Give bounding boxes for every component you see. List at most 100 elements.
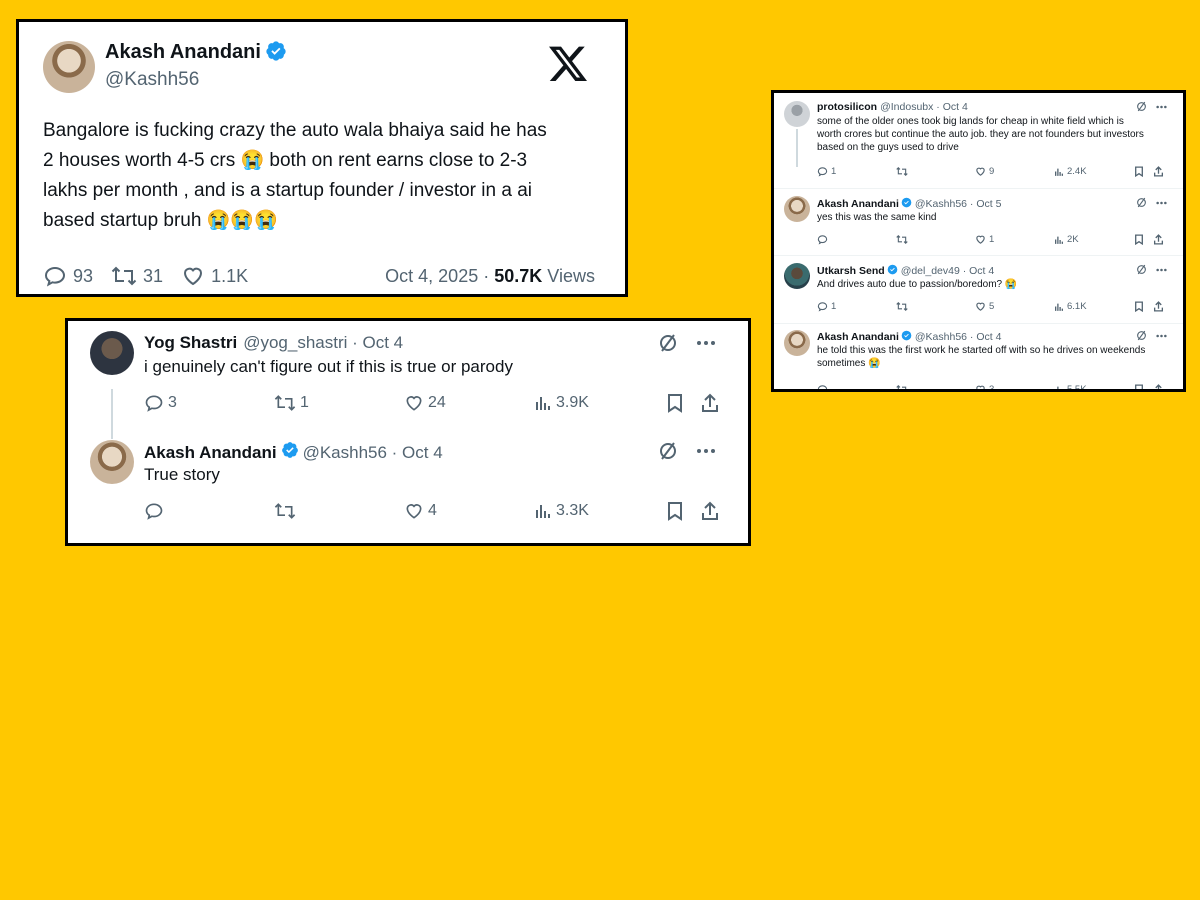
- tweet-footer: 93 31 1.1K Oct 4, 2025 · 50.7K Views: [43, 264, 595, 288]
- avatar[interactable]: [90, 331, 134, 375]
- reply-button[interactable]: 3: [144, 393, 274, 413]
- reply-button[interactable]: 93: [43, 264, 93, 288]
- repost-button[interactable]: [896, 384, 975, 389]
- reply-button[interactable]: 1: [817, 301, 896, 312]
- reply-item: Akash Anandani @Kashh56 · Oct 4 he told …: [774, 324, 1183, 392]
- more-icon[interactable]: [696, 448, 716, 454]
- author-meta[interactable]: @yog_shastri · Oct 4: [243, 333, 403, 353]
- repost-icon: [274, 503, 296, 519]
- author-meta[interactable]: @Kashh56 · Oct 4: [915, 331, 1002, 343]
- views-button[interactable]: 5.5K: [1054, 384, 1134, 389]
- avatar[interactable]: [784, 330, 810, 356]
- reply-button[interactable]: [817, 234, 896, 245]
- avatar[interactable]: [90, 440, 134, 484]
- grok-icon[interactable]: [1136, 101, 1147, 112]
- replies-card: Yog Shastri @yog_shastri · Oct 4 i genui…: [65, 318, 751, 546]
- more-icon[interactable]: [1156, 201, 1167, 205]
- bookmark-icon[interactable]: [1134, 234, 1144, 245]
- reply-icon: [44, 266, 66, 287]
- repost-button[interactable]: [896, 234, 975, 245]
- share-icon[interactable]: [1153, 301, 1164, 312]
- author-name[interactable]: Akash Anandani: [817, 331, 899, 343]
- views-number: 50.7K: [494, 265, 543, 286]
- like-button[interactable]: 1.1K: [181, 264, 248, 288]
- like-button[interactable]: 4: [404, 501, 534, 521]
- repost-button[interactable]: 31: [111, 264, 163, 288]
- views-button[interactable]: 3.3K: [534, 502, 666, 520]
- share-icon[interactable]: [1153, 234, 1164, 245]
- views-button[interactable]: 6.1K: [1054, 301, 1134, 312]
- views-button[interactable]: 2.4K: [1054, 166, 1134, 177]
- like-count: 9: [989, 166, 995, 177]
- like-button[interactable]: 1: [975, 234, 1054, 245]
- reply-count: 1: [831, 166, 837, 177]
- tweet-text-line: Bangalore is fucking crazy the auto wala…: [43, 120, 547, 141]
- author-meta[interactable]: @Kashh56 · Oct 5: [915, 198, 1002, 210]
- views-button[interactable]: 3.9K: [534, 394, 666, 412]
- repost-button[interactable]: [896, 301, 975, 312]
- bookmark-icon[interactable]: [1134, 384, 1144, 392]
- heart-icon: [976, 235, 985, 244]
- like-button[interactable]: 24: [404, 393, 534, 413]
- reply-text: he told this was the first work he start…: [817, 344, 1175, 370]
- author-meta[interactable]: @Kashh56 · Oct 4: [303, 443, 443, 463]
- author-meta[interactable]: @Indosubx · Oct 4: [880, 101, 968, 113]
- tweet-date[interactable]: Oct 4, 2025 ·: [385, 266, 489, 287]
- author-name[interactable]: protosilicon: [817, 101, 877, 113]
- reply-top-icons: [1136, 264, 1167, 275]
- like-button[interactable]: 3: [975, 384, 1054, 389]
- reply-actions: 3 5.5K: [817, 384, 1164, 392]
- repost-button[interactable]: 1: [274, 393, 404, 413]
- repost-button[interactable]: [274, 501, 404, 521]
- share-icon[interactable]: [700, 501, 720, 521]
- verified-badge-icon: [901, 330, 912, 344]
- share-icon[interactable]: [1153, 384, 1164, 392]
- more-icon[interactable]: [1156, 268, 1167, 272]
- avatar[interactable]: [784, 196, 810, 222]
- reply-button[interactable]: 1: [817, 166, 896, 177]
- reply-actions: 1 2K: [817, 234, 1164, 245]
- bookmark-icon[interactable]: [1134, 301, 1144, 312]
- views-button[interactable]: 2K: [1054, 234, 1134, 245]
- repost-count: 31: [143, 265, 164, 286]
- grok-icon[interactable]: [1136, 197, 1147, 208]
- avatar[interactable]: [43, 40, 95, 93]
- like-button[interactable]: 5: [975, 301, 1054, 312]
- author-name[interactable]: Yog Shastri: [144, 333, 237, 353]
- grok-icon[interactable]: [1136, 264, 1147, 275]
- bookmark-icon[interactable]: [666, 501, 684, 521]
- like-button[interactable]: 9: [975, 166, 1054, 177]
- share-icon[interactable]: [1153, 166, 1164, 177]
- grok-icon[interactable]: [1136, 330, 1147, 341]
- heart-icon: [184, 267, 203, 286]
- view-count: 6.1K: [1067, 301, 1087, 312]
- author-handle[interactable]: @Kashh56: [105, 67, 287, 93]
- author-name[interactable]: Akash Anandani: [817, 198, 899, 210]
- reply-text-line: some of the older ones took big lands fo…: [817, 116, 1124, 127]
- reply-button[interactable]: [817, 384, 896, 389]
- more-icon[interactable]: [1156, 105, 1167, 109]
- author-meta[interactable]: @del_dev49 · Oct 4: [901, 265, 995, 277]
- grok-icon[interactable]: [658, 333, 678, 353]
- share-icon[interactable]: [700, 393, 720, 413]
- grok-icon[interactable]: [658, 441, 678, 461]
- reply-header: Akash Anandani @Kashh56 · Oct 4: [817, 330, 1001, 344]
- bookmark-icon[interactable]: [666, 393, 684, 413]
- repost-button[interactable]: [896, 166, 975, 177]
- more-icon[interactable]: [696, 340, 716, 346]
- bookmark-icon[interactable]: [1134, 166, 1144, 177]
- views-chart-icon: [1055, 236, 1063, 244]
- reply-button[interactable]: [144, 501, 274, 521]
- author-name[interactable]: Utkarsh Send: [817, 265, 885, 277]
- repost-icon: [896, 302, 908, 311]
- views-chart-icon: [536, 505, 550, 518]
- reply-icon: [817, 235, 828, 245]
- avatar[interactable]: [784, 263, 810, 289]
- avatar[interactable]: [784, 101, 810, 127]
- author-name[interactable]: Akash Anandani: [144, 443, 277, 463]
- view-count: 2K: [1067, 234, 1079, 245]
- more-icon[interactable]: [1156, 334, 1167, 338]
- views-chart-icon: [536, 397, 550, 410]
- thread-card: protosilicon @Indosubx · Oct 4 some of t…: [771, 90, 1186, 392]
- author-name[interactable]: Akash Anandani: [105, 41, 261, 63]
